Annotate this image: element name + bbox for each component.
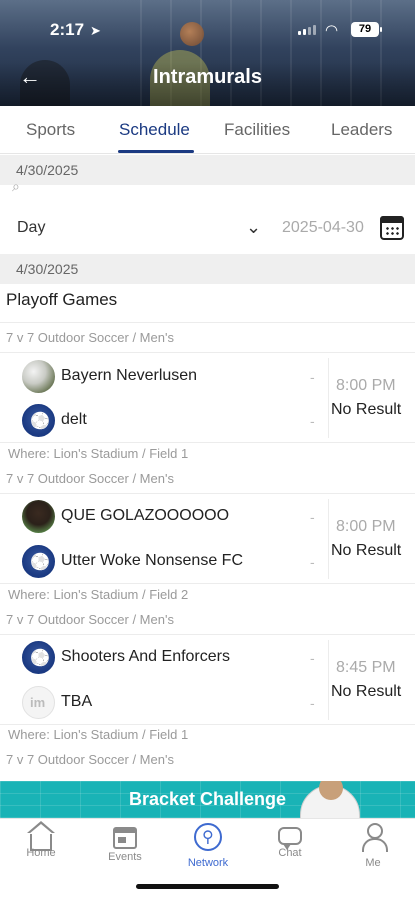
- date-filter-row: Day ⌄ 2025-04-30: [0, 208, 415, 254]
- game-result: No Result: [331, 542, 402, 559]
- team-logo: [22, 640, 55, 674]
- calendar-icon[interactable]: [380, 216, 404, 240]
- divider: [0, 634, 415, 635]
- status-time: 2:17: [50, 20, 85, 39]
- team-name: QUE GOLAZOOOOOO: [61, 507, 230, 524]
- divider: [0, 583, 415, 584]
- home-team[interactable]: QUE GOLAZOOOOOO: [22, 499, 229, 533]
- calendar-icon: [113, 827, 137, 849]
- away-team[interactable]: Utter Woke Nonsense FC: [22, 544, 243, 578]
- team-name: Bayern Neverlusen: [61, 367, 198, 384]
- game-location: Where: Lion's Stadium / Field 1: [8, 446, 189, 461]
- game-time: 8:45 PM: [336, 659, 396, 676]
- game-result: No Result: [331, 683, 402, 700]
- tab-leaders[interactable]: Leaders: [331, 120, 392, 140]
- tab-bar: Sports Schedule Facilities Leaders: [0, 106, 415, 154]
- team-logo: [22, 685, 55, 719]
- team-name: Utter Woke Nonsense FC: [61, 552, 243, 569]
- divider: [328, 640, 329, 720]
- away-team[interactable]: delt: [22, 403, 87, 437]
- location-arrow-icon: ➤: [90, 23, 101, 38]
- team-avatar: [22, 359, 55, 393]
- game-time: 8:00 PM: [336, 518, 396, 535]
- home-icon: [27, 821, 55, 851]
- sticky-date-header: 4/30/2025: [0, 155, 415, 185]
- cellular-signal-icon: [298, 25, 316, 35]
- bracket-challenge-banner[interactable]: Bracket Challenge: [0, 781, 415, 818]
- nav-chat[interactable]: Chat: [255, 823, 325, 859]
- home-team[interactable]: Bayern Neverlusen: [22, 359, 197, 393]
- away-score: -: [310, 413, 315, 429]
- active-tab-indicator: [118, 150, 194, 153]
- game-category: 7 v 7 Outdoor Soccer / Men's: [6, 471, 174, 486]
- away-score: -: [310, 695, 315, 711]
- game-result: No Result: [331, 401, 402, 418]
- tab-sports[interactable]: Sports: [26, 120, 75, 140]
- status-bar: 2:17 ➤ ◠ 79: [0, 0, 415, 58]
- divider: [328, 499, 329, 579]
- top-app-bar: Intramurals ←: [0, 60, 415, 96]
- search-bar[interactable]: ⌕: [0, 184, 415, 204]
- network-icon: [194, 823, 222, 851]
- divider: [0, 322, 415, 323]
- banner-label: Bracket Challenge: [128, 789, 287, 809]
- game-category: 7 v 7 Outdoor Soccer / Men's: [6, 752, 174, 767]
- divider: [328, 358, 329, 438]
- home-indicator: [136, 884, 279, 889]
- tab-facilities[interactable]: Facilities: [224, 120, 290, 140]
- period-select[interactable]: Day: [17, 219, 45, 237]
- search-icon: ⌕: [12, 184, 20, 194]
- tab-schedule[interactable]: Schedule: [119, 120, 190, 140]
- game-category: 7 v 7 Outdoor Soccer / Men's: [6, 612, 174, 627]
- date-field[interactable]: 2025-04-30: [282, 219, 364, 237]
- nav-events[interactable]: Events: [90, 823, 160, 863]
- list-date-header: 4/30/2025: [0, 254, 415, 284]
- divider: [0, 724, 415, 725]
- wifi-icon: ◠: [325, 22, 339, 39]
- team-name: delt: [61, 411, 87, 428]
- nav-me[interactable]: Me: [338, 823, 408, 869]
- nav-network[interactable]: Network: [173, 823, 243, 869]
- home-score: -: [310, 509, 315, 525]
- game-location: Where: Lion's Stadium / Field 2: [8, 587, 189, 602]
- team-logo: [22, 403, 55, 437]
- game-location: Where: Lion's Stadium / Field 1: [8, 727, 189, 742]
- section-title: Playoff Games: [6, 290, 118, 309]
- home-team[interactable]: Shooters And Enforcers: [22, 640, 230, 674]
- game-time: 8:00 PM: [336, 377, 396, 394]
- nav-home[interactable]: Home: [6, 821, 76, 859]
- battery-icon: 79: [351, 22, 382, 37]
- nav-label: Network: [187, 857, 229, 869]
- divider: [0, 442, 415, 443]
- team-avatar: [22, 499, 55, 533]
- chat-icon: [278, 827, 302, 850]
- nav-label: Me: [365, 857, 381, 869]
- home-score: -: [310, 369, 315, 385]
- team-logo: [22, 544, 55, 578]
- nav-label: Events: [108, 851, 142, 863]
- home-score: -: [310, 650, 315, 666]
- away-team[interactable]: TBA: [22, 685, 92, 719]
- chevron-down-icon[interactable]: ⌄: [246, 217, 261, 238]
- away-score: -: [310, 554, 315, 570]
- back-arrow-icon[interactable]: ←: [16, 64, 44, 90]
- team-name: TBA: [61, 693, 93, 710]
- team-name: Shooters And Enforcers: [61, 648, 230, 665]
- divider: [0, 352, 415, 353]
- person-icon: [361, 823, 388, 852]
- page-title: Intramurals: [153, 66, 262, 88]
- game-category: 7 v 7 Outdoor Soccer / Men's: [6, 330, 174, 345]
- divider: [0, 493, 415, 494]
